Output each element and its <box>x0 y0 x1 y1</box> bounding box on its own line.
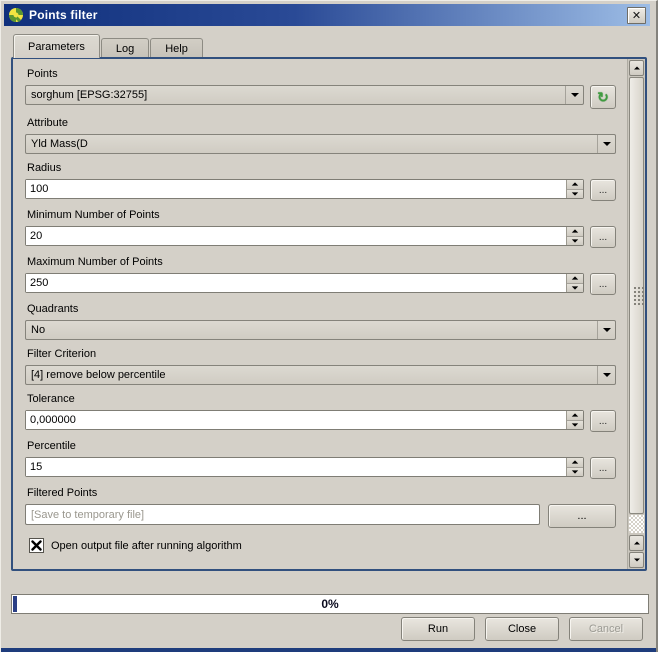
max-points-expression-button[interactable]: ... <box>590 273 616 295</box>
attribute-label: Attribute <box>27 117 614 129</box>
radius-input[interactable] <box>26 180 566 198</box>
spin-down-icon[interactable] <box>567 468 583 477</box>
checkbox-x-icon <box>31 540 42 551</box>
filter-criterion-value: [4] remove below percentile <box>26 369 597 381</box>
quadrants-combobox[interactable]: No <box>25 320 616 340</box>
chevron-down-icon[interactable] <box>597 321 615 339</box>
scroll-up-button-bottom[interactable] <box>629 535 644 551</box>
chevron-down-icon[interactable] <box>597 366 615 384</box>
filter-criterion-combobox[interactable]: [4] remove below percentile <box>25 365 616 385</box>
close-button[interactable]: ✕ <box>627 7 646 24</box>
filtered-points-label: Filtered Points <box>27 487 614 499</box>
progress-bar: 0% <box>11 594 649 614</box>
scrollbar-track[interactable] <box>629 515 644 533</box>
field-points: Points sorghum [EPSG:32755] ↻ <box>25 68 616 109</box>
spin-up-icon[interactable] <box>567 227 583 237</box>
max-points-input[interactable] <box>26 274 566 292</box>
tab-bar: Parameters Log Help <box>13 34 204 58</box>
spin-down-icon[interactable] <box>567 190 583 199</box>
spin-up-icon[interactable] <box>567 411 583 421</box>
spin-down-icon[interactable] <box>567 237 583 246</box>
points-label: Points <box>27 68 614 80</box>
tolerance-label: Tolerance <box>27 393 614 405</box>
progress-percent-label: 0% <box>12 595 648 613</box>
points-combobox[interactable]: sorghum [EPSG:32755] <box>25 85 584 105</box>
field-percentile: Percentile ... <box>25 440 616 479</box>
quadrants-label: Quadrants <box>27 303 614 315</box>
scroll-up-button[interactable] <box>629 60 644 76</box>
field-min-points: Minimum Number of Points ... <box>25 209 616 248</box>
qgis-app-icon <box>8 7 24 23</box>
percentile-expression-button[interactable]: ... <box>590 457 616 479</box>
percentile-label: Percentile <box>27 440 614 452</box>
field-max-points: Maximum Number of Points ... <box>25 256 616 295</box>
max-points-label: Maximum Number of Points <box>27 256 614 268</box>
tab-parameters[interactable]: Parameters <box>13 34 100 58</box>
min-points-spinbox <box>25 226 584 246</box>
title-bar[interactable]: Points filter ✕ <box>4 4 650 26</box>
quadrants-value: No <box>26 324 597 336</box>
scrollbar-thumb[interactable] <box>629 77 644 514</box>
filtered-points-browse-button[interactable]: ... <box>548 504 616 528</box>
arrow-up-icon <box>634 67 640 70</box>
refresh-icon: ↻ <box>597 90 609 104</box>
points-filter-dialog: Points filter ✕ Parameters Log Help Poin… <box>0 0 658 652</box>
arrow-down-icon <box>634 559 640 562</box>
chevron-down-icon[interactable] <box>597 135 615 153</box>
tolerance-spinbox <box>25 410 584 430</box>
percentile-input[interactable] <box>26 458 566 476</box>
open-output-label: Open output file after running algorithm <box>51 540 242 552</box>
field-filter-criterion: Filter Criterion [4] remove below percen… <box>25 348 616 385</box>
points-value: sorghum [EPSG:32755] <box>26 89 565 101</box>
open-output-row: Open output file after running algorithm <box>29 538 614 553</box>
window-bottom-edge <box>1 648 656 652</box>
spin-up-icon[interactable] <box>567 180 583 190</box>
field-attribute: Attribute Yld Mass(D <box>25 117 616 154</box>
min-points-input[interactable] <box>26 227 566 245</box>
filter-criterion-label: Filter Criterion <box>27 348 614 360</box>
window-title: Points filter <box>29 8 98 22</box>
radius-spinbox <box>25 179 584 199</box>
min-points-label: Minimum Number of Points <box>27 209 614 221</box>
close-dialog-button[interactable]: Close <box>485 617 559 641</box>
percentile-spinbox <box>25 457 584 477</box>
open-output-checkbox[interactable] <box>29 538 44 553</box>
attribute-combobox[interactable]: Yld Mass(D <box>25 134 616 154</box>
max-points-spinbox <box>25 273 584 293</box>
field-quadrants: Quadrants No <box>25 303 616 340</box>
field-filtered-points: Filtered Points ... <box>25 487 616 528</box>
parameters-scroll-area: Points sorghum [EPSG:32755] ↻ Attribute <box>13 59 626 569</box>
chevron-down-icon[interactable] <box>565 86 583 104</box>
field-tolerance: Tolerance ... <box>25 393 616 432</box>
field-radius: Radius ... <box>25 162 616 201</box>
tolerance-expression-button[interactable]: ... <box>590 410 616 432</box>
spin-down-icon[interactable] <box>567 421 583 430</box>
run-button[interactable]: Run <box>401 617 475 641</box>
parameters-panel: Points sorghum [EPSG:32755] ↻ Attribute <box>11 57 647 571</box>
spin-up-icon[interactable] <box>567 458 583 468</box>
radius-expression-button[interactable]: ... <box>590 179 616 201</box>
filtered-points-output-input[interactable] <box>25 504 540 525</box>
tab-log[interactable]: Log <box>101 38 149 58</box>
scrollbar-grip-dots <box>634 287 636 289</box>
tab-help[interactable]: Help <box>150 38 203 58</box>
cancel-button: Cancel <box>569 617 643 641</box>
spin-down-icon[interactable] <box>567 284 583 293</box>
scroll-down-button[interactable] <box>629 552 644 568</box>
attribute-value: Yld Mass(D <box>26 138 597 150</box>
arrow-up-icon <box>634 542 640 545</box>
reload-layers-button[interactable]: ↻ <box>590 85 616 109</box>
vertical-scrollbar[interactable] <box>627 59 645 569</box>
close-icon: ✕ <box>632 9 641 22</box>
radius-label: Radius <box>27 162 614 174</box>
tolerance-input[interactable] <box>26 411 566 429</box>
min-points-expression-button[interactable]: ... <box>590 226 616 248</box>
spin-up-icon[interactable] <box>567 274 583 284</box>
